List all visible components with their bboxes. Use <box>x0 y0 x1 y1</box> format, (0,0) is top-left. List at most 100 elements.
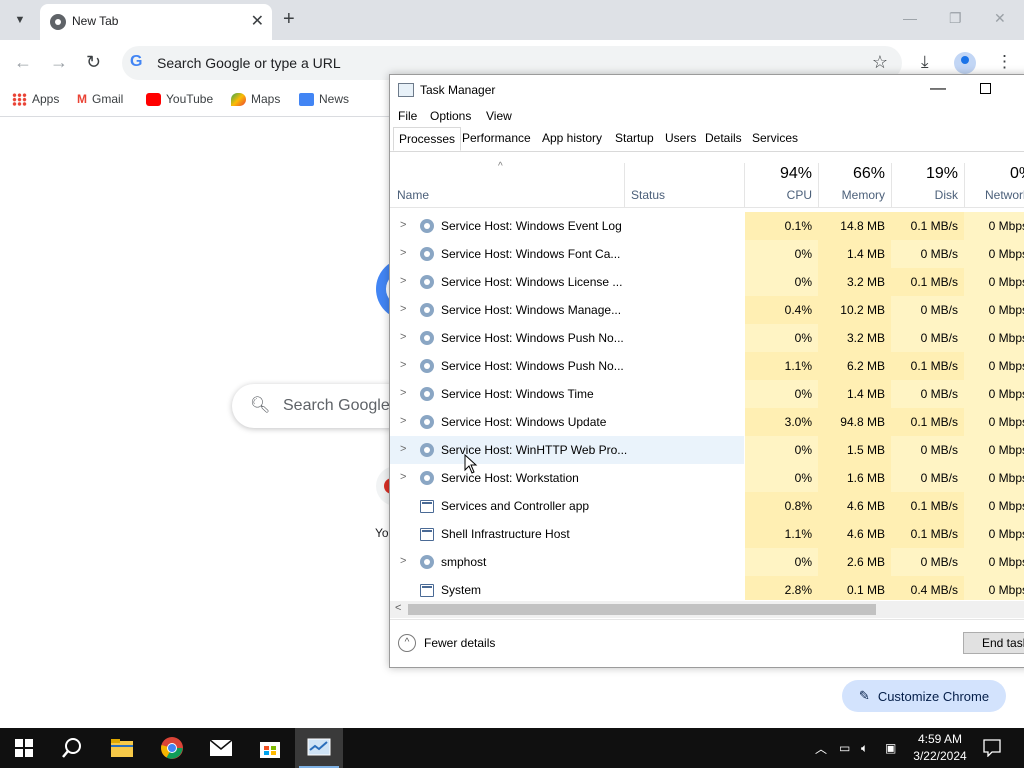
tab-users[interactable]: Users <box>665 131 696 145</box>
column-memory[interactable]: 66% Memory <box>818 151 891 207</box>
menu-icon[interactable]: ⋮ <box>996 52 1013 72</box>
expand-chevron-icon[interactable]: > <box>400 387 406 399</box>
network-cell: 0 Mbps <box>964 240 1024 268</box>
column-disk[interactable]: 19% Disk <box>891 151 964 207</box>
process-row[interactable]: > Service Host: Windows Push No... 0% 3.2 M… <box>390 324 1024 352</box>
tab-search-button[interactable]: ▼ <box>8 8 32 32</box>
search-button[interactable] <box>48 728 96 768</box>
chrome-icon <box>50 14 66 30</box>
tab-details[interactable]: Details <box>705 131 742 145</box>
process-name: System <box>441 583 482 597</box>
menu-file[interactable]: File <box>398 109 417 123</box>
expand-chevron-icon[interactable]: > <box>400 359 406 371</box>
network-cell: 0 Mbps <box>964 268 1024 296</box>
column-divider[interactable] <box>624 163 625 207</box>
bookmark-youtube[interactable]: YouTube <box>146 92 213 106</box>
expand-chevron-icon[interactable]: > <box>400 303 406 315</box>
window-icon <box>420 528 434 541</box>
process-row[interactable]: > Service Host: WinHTTP Web Pro... 0% 1.5 M… <box>390 436 1024 464</box>
scroll-left-icon[interactable]: < <box>395 602 401 614</box>
tab-startup[interactable]: Startup <box>615 131 654 145</box>
bookmark-star-icon[interactable]: ☆ <box>872 52 888 73</box>
gmail-icon: M <box>77 92 87 106</box>
clock[interactable]: 4:59 AM 3/22/2024 <box>906 731 974 765</box>
file-explorer-button[interactable] <box>98 728 146 768</box>
close-tab-icon[interactable]: ✕ <box>251 11 264 31</box>
back-icon[interactable]: ← <box>14 52 32 73</box>
process-name-cell: > Service Host: Windows Update <box>390 408 744 436</box>
process-row[interactable]: Shell Infrastructure Host 1.1% 4.6 MB 0.1 M… <box>390 520 1024 548</box>
tab-processes[interactable]: Processes <box>393 127 462 151</box>
store-button[interactable] <box>246 728 294 768</box>
expand-chevron-icon[interactable]: > <box>400 555 406 567</box>
process-row[interactable]: > smphost 0%2.6 MB0 MB/s0 Mbps <box>390 548 1024 576</box>
maximize-icon[interactable] <box>980 83 991 94</box>
horizontal-scrollbar[interactable]: < <box>390 601 1024 618</box>
minimize-icon[interactable]: — <box>930 80 946 98</box>
column-status[interactable]: Status <box>631 188 665 202</box>
scrollbar-thumb[interactable] <box>408 604 876 615</box>
chrome-taskbar-button[interactable] <box>148 728 196 768</box>
bookmark-maps[interactable]: Maps <box>231 92 280 106</box>
column-name[interactable]: Name <box>397 188 429 202</box>
download-icon[interactable]: ⤓ <box>921 52 929 72</box>
customize-label: Customize Chrome <box>877 688 990 704</box>
profile-avatar[interactable] <box>954 52 976 74</box>
process-row[interactable]: > Service Host: Windows Push No... 1.1% 6.2… <box>390 352 1024 380</box>
expand-chevron-icon[interactable]: > <box>400 415 406 427</box>
reload-icon[interactable]: ↻ <box>86 52 101 73</box>
tab-performance[interactable]: Performance <box>462 131 531 145</box>
cpu-cell: 1.1% <box>745 352 818 380</box>
process-name: Service Host: Windows Push No... <box>441 331 624 345</box>
menu-view[interactable]: View <box>486 109 512 123</box>
disk-cell: 0.1 MB/s <box>891 408 964 436</box>
expand-chevron-icon[interactable]: > <box>400 219 406 231</box>
end-task-button[interactable]: End task <box>963 632 1024 654</box>
process-row[interactable]: > Service Host: Windows Event Log 0.1% 14.8… <box>390 212 1024 240</box>
process-row[interactable]: > Service Host: Windows Time 0% 1.4 MB 0 MB/… <box>390 380 1024 408</box>
column-cpu[interactable]: 94% CPU <box>745 151 818 207</box>
new-tab-button[interactable]: + <box>283 8 295 30</box>
tab-app-history[interactable]: App history <box>542 131 602 145</box>
customize-chrome-button[interactable]: ✎ Customize Chrome <box>842 680 1006 712</box>
menu-options[interactable]: Options <box>430 109 471 123</box>
process-name-cell: > Service Host: Windows Push No... <box>390 324 744 352</box>
bookmark-news[interactable]: News <box>299 92 349 106</box>
chevron-down-icon: ▼ <box>14 14 26 26</box>
tab-new-tab[interactable]: New Tab ✕ <box>40 4 272 40</box>
process-row[interactable]: > Service Host: Windows Manage... 0.4% 10.2… <box>390 296 1024 324</box>
process-row[interactable]: Services and Controller app 0.8% 4.6 MB 0.1… <box>390 492 1024 520</box>
bookmark-apps[interactable]: Apps <box>12 92 59 106</box>
process-row[interactable]: > Service Host: Windows Update 3.0% 94.8 MB… <box>390 408 1024 436</box>
notifications-button[interactable] <box>983 728 1001 768</box>
minimize-icon[interactable]: — <box>903 10 917 26</box>
volume-tray-icon[interactable]: 🔈︎ <box>861 728 868 768</box>
bookmark-gmail[interactable]: M Gmail <box>77 92 123 106</box>
expand-chevron-icon[interactable]: > <box>400 443 406 455</box>
taskbar: ︿ ▭ 🔈︎ ▣ 4:59 AM 3/22/2024 <box>0 728 1024 768</box>
expand-chevron-icon[interactable]: > <box>400 331 406 343</box>
mail-button[interactable] <box>197 728 245 768</box>
restore-icon[interactable]: ❐ <box>949 10 962 27</box>
task-manager-taskbar-button[interactable] <box>295 728 343 768</box>
task-manager-titlebar[interactable]: Task Manager — <box>390 75 1024 105</box>
show-hidden-icons[interactable]: ︿ <box>815 728 827 768</box>
network-tray-icon[interactable]: ▭ <box>839 728 850 768</box>
start-button[interactable] <box>0 728 48 768</box>
disk-cell: 0 MB/s <box>891 464 964 492</box>
expand-chevron-icon[interactable]: > <box>400 275 406 287</box>
close-window-icon[interactable]: ✕ <box>994 10 1006 27</box>
process-row[interactable]: System 2.8%0.1 MB0.4 MB/s0 Mbps <box>390 576 1024 600</box>
expand-chevron-icon[interactable]: > <box>400 247 406 259</box>
process-row[interactable]: > Service Host: Windows License ... 0% 3.2 … <box>390 268 1024 296</box>
tab-strip: ▼ New Tab ✕ + — ❐ ✕ <box>0 0 1024 40</box>
process-row[interactable]: > Service Host: Windows Font Ca... 0% 1.4 M… <box>390 240 1024 268</box>
tab-services[interactable]: Services <box>752 131 798 145</box>
action-tray-icon[interactable]: ▣ <box>885 728 896 768</box>
column-network[interactable]: 0% Network <box>964 151 1024 207</box>
forward-icon[interactable]: → <box>50 52 68 73</box>
process-name: Services and Controller app <box>441 499 590 513</box>
network-icon: ▭ <box>839 741 851 755</box>
process-row[interactable]: > Service Host: Workstation 0% 1.6 MB 0 MB/s… <box>390 464 1024 492</box>
expand-chevron-icon[interactable]: > <box>400 471 406 483</box>
